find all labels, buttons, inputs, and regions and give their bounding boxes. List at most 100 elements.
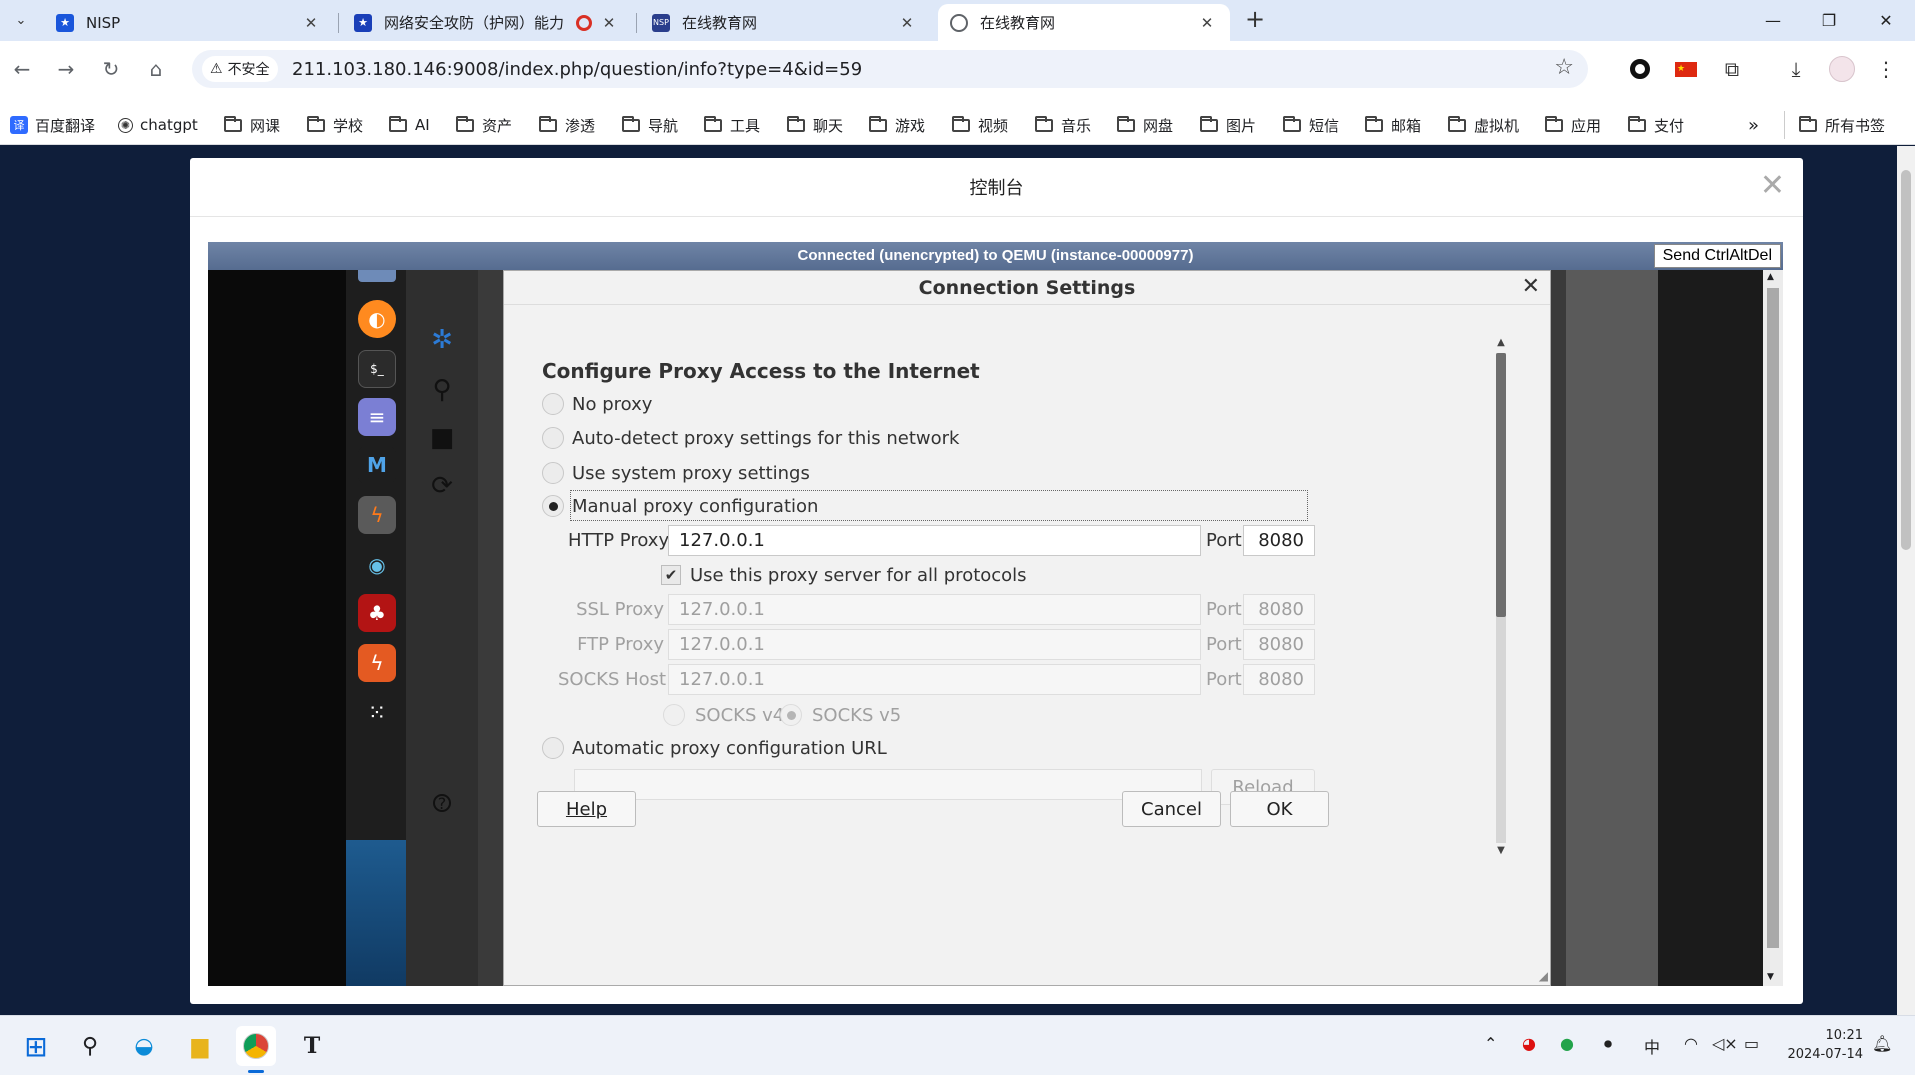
resize-grip-icon[interactable]: ◢ [1539, 969, 1548, 983]
send-ctrl-alt-del-button[interactable]: Send CtrlAltDel [1653, 244, 1781, 268]
ftp-proxy-input[interactable]: 127.0.0.1 [668, 629, 1201, 660]
sync-icon[interactable]: ⟳ [426, 470, 458, 502]
radio-button-selected[interactable] [542, 495, 564, 517]
all-bookmarks[interactable]: 所有书签 [1784, 111, 1885, 139]
microphone-icon[interactable]: ⏺ [1604, 1034, 1612, 1054]
socks-port-input[interactable]: 8080 [1243, 664, 1315, 695]
forward-button[interactable]: → [50, 53, 82, 85]
cherrytree-icon[interactable]: ♣ [358, 594, 396, 632]
bookmark-folder[interactable]: 渗透 [539, 111, 595, 139]
bookmark-folder[interactable]: 导航 [622, 111, 678, 139]
radio-button[interactable] [542, 737, 564, 759]
system-proxy-option[interactable]: Use system proxy settings [542, 458, 810, 488]
bookmark-folder[interactable]: 短信 [1283, 111, 1339, 139]
download-icon[interactable]: ⤓ [1780, 53, 1812, 85]
bookmark-folder[interactable]: 学校 [307, 111, 363, 139]
http-proxy-input[interactable]: 127.0.0.1 [668, 525, 1201, 556]
bookmark-folder[interactable]: 网盘 [1117, 111, 1173, 139]
radio-button[interactable] [542, 462, 564, 484]
extension-circle-icon[interactable] [1624, 53, 1656, 85]
back-button[interactable]: ← [6, 53, 38, 85]
tab-edu[interactable]: NSP 在线教育网 ✕ [640, 4, 930, 41]
extensions-puzzle-icon[interactable]: ⧉ [1716, 53, 1748, 85]
battery-icon[interactable]: ▭ [1744, 1034, 1759, 1053]
bookmark-folder[interactable]: 虚拟机 [1448, 111, 1519, 139]
more-menu-icon[interactable]: ⋮ [1870, 53, 1902, 85]
tab-nisp[interactable]: ★ NISP ✕ [44, 4, 334, 41]
china-flag-icon[interactable]: ★ [1670, 53, 1702, 85]
minimize-button[interactable]: — [1744, 0, 1802, 41]
new-tab-button[interactable]: + [1240, 6, 1270, 34]
vnc-viewer[interactable]: Connected (unencrypted) to QEMU (instanc… [208, 242, 1783, 986]
ftp-port-input[interactable]: 8080 [1243, 629, 1315, 660]
restore-button[interactable]: ❐ [1800, 0, 1858, 41]
ssl-proxy-input[interactable]: 127.0.0.1 [668, 594, 1201, 625]
vnc-scrollbar[interactable]: ▲ ▼ [1763, 270, 1783, 986]
page-scroll-thumb[interactable] [1901, 170, 1911, 550]
bookmark-folder[interactable]: 网课 [224, 111, 280, 139]
manual-proxy-option[interactable]: Manual proxy configuration [542, 491, 818, 521]
app-grid-icon[interactable]: ⁙ [358, 694, 396, 732]
ok-button[interactable]: OK [1230, 791, 1329, 827]
dialog-close-icon[interactable]: ✕ [1522, 274, 1540, 299]
guest-screen[interactable]: ◐ $_ ≡ M ϟ ◉ ♣ ϟ ⁙ ✲ ⚲ ■ ⟳ ? Connection … [208, 270, 1783, 986]
scroll-thumb[interactable] [1496, 353, 1506, 617]
bookmark-folder[interactable]: 音乐 [1035, 111, 1091, 139]
bookmark-folder[interactable]: 资产 [456, 111, 512, 139]
tray-overflow-icon[interactable]: ⌃ [1484, 1034, 1497, 1053]
lock-icon[interactable]: ■ [426, 422, 458, 454]
close-window-button[interactable]: ✕ [1857, 0, 1915, 41]
text-editor-icon[interactable]: ≡ [358, 398, 396, 436]
wifi-icon[interactable]: ◠ [1684, 1034, 1698, 1053]
ime-indicator[interactable]: 中 [1644, 1034, 1660, 1058]
bookmark-folder[interactable]: 聊天 [787, 111, 843, 139]
bookmark-folder[interactable]: 视频 [952, 111, 1008, 139]
metasploit-icon[interactable]: M [358, 446, 396, 484]
radio-button[interactable] [542, 427, 564, 449]
terminal-icon[interactable]: $_ [358, 350, 396, 388]
radio-button-selected[interactable] [780, 704, 802, 726]
scroll-up-icon[interactable]: ▲ [1494, 337, 1508, 348]
auto-proxy-url-input[interactable] [574, 769, 1202, 800]
system-clock[interactable]: 10:21 2024-07-14 [1787, 1026, 1863, 1064]
socks-v4-option[interactable]: SOCKS v4 [663, 701, 784, 729]
search-icon[interactable]: ⚲ [426, 374, 458, 406]
bookmark-folder[interactable]: AI [389, 111, 430, 139]
profile-avatar[interactable] [1826, 53, 1858, 85]
scroll-up-icon[interactable]: ▲ [1767, 272, 1774, 282]
burpsuite-icon[interactable]: ϟ [358, 496, 396, 534]
tab-edu-active[interactable]: 在线教育网 ✕ [938, 4, 1230, 41]
scroll-down-icon[interactable]: ▼ [1767, 972, 1774, 982]
bookmark-folder[interactable]: 游戏 [869, 111, 925, 139]
tab-search-button[interactable]: ⌄ [6, 6, 36, 34]
scroll-down-icon[interactable]: ▼ [1494, 845, 1508, 856]
edge-icon[interactable]: ◒ [124, 1026, 164, 1066]
console-close-icon[interactable]: ✕ [1760, 168, 1785, 203]
bookmark-baidu-translate[interactable]: 译百度翻译 [10, 111, 95, 139]
bookmark-folder[interactable]: 应用 [1545, 111, 1601, 139]
bookmarks-overflow-button[interactable]: » [1748, 111, 1759, 139]
gear-icon[interactable]: ✲ [426, 324, 458, 356]
tab-hw[interactable]: ★ 网络安全攻防（护网）能力 ✕ [342, 4, 632, 41]
eye-icon[interactable]: ◉ [358, 546, 396, 584]
socks-v5-option[interactable]: SOCKS v5 [780, 701, 901, 729]
burp-alt-icon[interactable]: ϟ [358, 644, 396, 682]
auto-detect-option[interactable]: Auto-detect proxy settings for this netw… [542, 423, 959, 453]
close-tab-icon[interactable]: ✕ [598, 14, 620, 32]
radio-button[interactable] [663, 704, 685, 726]
files-icon[interactable] [358, 270, 396, 282]
page-scrollbar[interactable] [1897, 146, 1915, 1015]
security-chip[interactable]: ⚠ 不安全 [202, 56, 278, 82]
no-proxy-option[interactable]: No proxy [542, 389, 652, 419]
close-tab-icon[interactable]: ✕ [1196, 14, 1218, 32]
socks-host-input[interactable]: 127.0.0.1 [668, 664, 1201, 695]
chrome-icon[interactable] [236, 1026, 276, 1066]
home-button[interactable]: ⌂ [140, 53, 172, 85]
auto-proxy-url-option[interactable]: Automatic proxy configuration URL [542, 733, 887, 763]
search-icon[interactable]: ⚲ [70, 1026, 110, 1066]
dialog-scrollbar[interactable]: ▲ ▼ [1494, 337, 1508, 859]
ssl-port-input[interactable]: 8080 [1243, 594, 1315, 625]
volume-muted-icon[interactable]: ◁× [1712, 1034, 1738, 1053]
file-explorer-icon[interactable]: ▆ [180, 1026, 220, 1066]
address-bar[interactable]: ⚠ 不安全 211.103.180.146:9008/index.php/que… [192, 50, 1588, 88]
